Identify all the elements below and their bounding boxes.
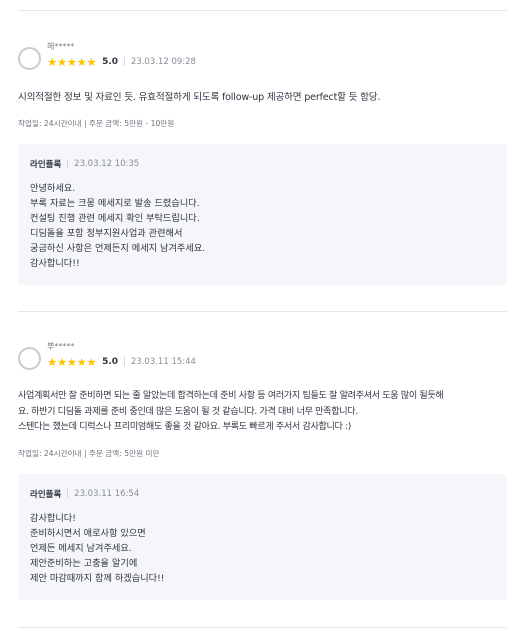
seller-name: 라인플록 — [30, 489, 62, 500]
rating-row: ★ ★ ★ ★ ★ 5.0 | 23.03.11 15:44 — [47, 356, 196, 368]
review-date: 23.03.12 09:28 — [130, 57, 196, 67]
reply-line: 컨설팅 진행 관련 메세지 확인 부탁드립니다. — [30, 212, 200, 224]
divider-top — [18, 10, 507, 11]
reply-line: 언제든 메세지 남겨주세요. — [30, 542, 132, 554]
review-header: 뿌***** ★ ★ ★ ★ ★ 5.0 | 23.03.11 15:44 — [18, 342, 507, 370]
star-icon: ★ — [47, 55, 57, 69]
review-text: 시의적절한 정보 및 자료인 듯. 유효적절하게 되도록 follow-up 제… — [18, 92, 381, 103]
reply-date: 23.03.11 16:54 — [74, 488, 140, 499]
star-icon: ★ — [66, 55, 77, 69]
reply-line: 제안 마감때까지 함께 하겠습니다!! — [30, 572, 165, 584]
star-rating: ★ ★ ★ ★ ★ — [47, 55, 97, 69]
star-icon: ★ — [86, 55, 96, 69]
review-header: 헤***** ★ ★ ★ ★ ★ 5.0 | 23.03.12 09:28 — [18, 42, 507, 70]
meta-separator: | — [123, 57, 126, 67]
star-rating: ★ ★ ★ ★ ★ — [47, 355, 97, 369]
order-info: 작업일: 24시간이내 | 주문 금액: 5만원 - 10만원 — [18, 118, 175, 128]
reply-text: 감사합니다! 준비하시면서 애로사항 있으면 언제든 메세지 남겨주세요. 제안… — [30, 511, 495, 586]
meta-separator: | — [123, 357, 126, 367]
reviewer-name: 뿌***** — [47, 342, 75, 351]
avatar[interactable] — [18, 47, 41, 70]
reply-line: 안녕하세요. — [30, 182, 76, 194]
star-icon: ★ — [76, 55, 86, 69]
review-text-line: 사업계획서만 잘 준비하면 되는 줄 알았는데 합격하는데 준비 사항 등 여러… — [18, 391, 444, 401]
review-text: 사업계획서만 잘 준비하면 되는 줄 알았는데 합격하는데 준비 사항 등 여러… — [18, 389, 507, 436]
reply-line: 궁금하신 사항은 언제든지 메세지 남겨주세요. — [30, 242, 206, 254]
reply-line: 준비하시면서 애로사항 있으면 — [30, 527, 146, 539]
rating-score: 5.0 — [102, 57, 119, 67]
review-date: 23.03.11 15:44 — [130, 357, 196, 367]
reply-date: 23.03.12 10:35 — [74, 158, 140, 169]
divider-bottom — [18, 627, 507, 628]
reply-line: 디딤돌을 포함 정부지원사업과 관련해서 — [30, 227, 183, 239]
review-text-line: 요. 하반기 디딤돌 과제를 준비 중인데 많은 도움이 될 것 같습니다. 가… — [18, 406, 358, 417]
reply-line: 감사합니다! — [30, 512, 76, 524]
seller-reply: 라인플록 | 23.03.11 16:54 감사합니다! 준비하시면서 애로사항… — [18, 473, 507, 600]
reviewer-name: 헤***** — [47, 42, 75, 51]
meta-separator: | — [66, 158, 70, 169]
star-icon: ★ — [76, 355, 86, 369]
divider-middle — [18, 311, 507, 312]
review-card: 헤***** ★ ★ ★ ★ ★ 5.0 | 23.03.12 09:28 시의… — [18, 42, 507, 285]
star-icon: ★ — [66, 355, 77, 369]
order-info: 작업일: 24시간이내 | 주문 금액: 5만원 미만 — [18, 448, 160, 458]
star-icon: ★ — [47, 355, 57, 369]
reply-line: 부록 자료는 크몽 메세지로 발송 드렸습니다. — [30, 197, 200, 209]
seller-reply: 라인플록 | 23.03.12 10:35 안녕하세요. 부록 자료는 크몽 메… — [18, 143, 507, 285]
review-text-line: 스텐다는 했는데 디럭스나 프리미엄해도 좋을 것 같아요. 부록도 빠르게 주… — [18, 422, 352, 432]
reply-line: 감사합니다!! — [30, 257, 80, 269]
avatar[interactable] — [18, 347, 41, 370]
star-icon: ★ — [56, 55, 67, 69]
meta-separator: | — [66, 488, 70, 499]
rating-row: ★ ★ ★ ★ ★ 5.0 | 23.03.12 09:28 — [47, 56, 196, 68]
review-card: 뿌***** ★ ★ ★ ★ ★ 5.0 | 23.03.11 15:44 사업… — [18, 342, 507, 600]
reply-line: 제안준비하는 고충을 알기에 — [30, 557, 138, 569]
seller-name: 라인플록 — [30, 159, 62, 170]
star-icon: ★ — [56, 355, 67, 369]
reply-header: 라인플록 | 23.03.11 16:54 — [30, 488, 495, 500]
reply-header: 라인플록 | 23.03.12 10:35 — [30, 158, 495, 170]
rating-score: 5.0 — [102, 357, 119, 367]
star-icon: ★ — [86, 355, 96, 369]
reply-text: 안녕하세요. 부록 자료는 크몽 메세지로 발송 드렸습니다. 컨설팅 진행 관… — [30, 181, 495, 271]
